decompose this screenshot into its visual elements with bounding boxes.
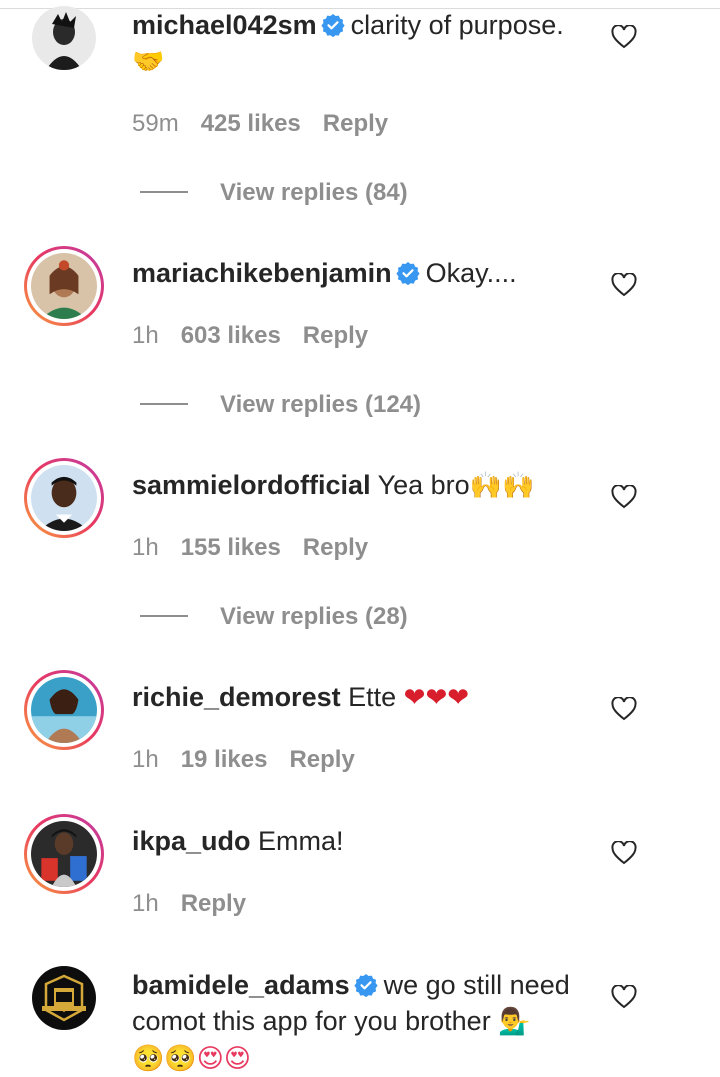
verified-badge-icon xyxy=(354,973,378,997)
comment-text: ikpa_udo Emma! xyxy=(132,823,592,859)
avatar[interactable] xyxy=(24,670,104,750)
view-replies-label: View replies (124) xyxy=(220,391,421,418)
comment-text: richie_demorest Ette ❤❤❤ xyxy=(132,679,592,716)
comment-meta: 1h 19 likes Reply xyxy=(132,746,377,774)
comment-body: clarity of purpose. xyxy=(350,10,564,40)
verified-badge-icon xyxy=(396,261,420,285)
replies-divider xyxy=(140,403,188,405)
comment-time: 1h xyxy=(132,322,159,349)
like-heart-icon[interactable] xyxy=(611,697,637,721)
like-heart-icon[interactable] xyxy=(611,985,637,1009)
comment-text: michael042sm clarity of purpose. 🤝 xyxy=(132,7,592,80)
emoji-line: 🥺🥺😍😍 xyxy=(132,1044,251,1074)
replies-divider xyxy=(140,615,188,617)
comment-text: mariachikebenjamin Okay.... xyxy=(132,255,592,291)
comment-username[interactable]: bamidele_adams xyxy=(132,970,350,1000)
reply-button[interactable]: Reply xyxy=(323,110,388,137)
comment-body: Ette xyxy=(348,682,397,712)
view-replies-button[interactable]: View replies (84) xyxy=(140,179,408,207)
comment-username[interactable]: sammielordofficial xyxy=(132,470,371,500)
reply-button[interactable]: Reply xyxy=(289,746,354,773)
comment-meta: 1h Reply xyxy=(132,890,268,918)
emoji-handshake: 🤝 xyxy=(132,47,165,77)
comment-text: sammielordofficial Yea bro🙌🙌 xyxy=(132,467,592,504)
reply-button[interactable]: Reply xyxy=(303,322,368,349)
comment-username[interactable]: mariachikebenjamin xyxy=(132,258,392,288)
reply-button[interactable]: Reply xyxy=(181,890,246,917)
comment-likes[interactable]: 603 likes xyxy=(181,322,281,349)
reply-button[interactable]: Reply xyxy=(303,534,368,561)
comment-likes[interactable]: 19 likes xyxy=(181,746,268,773)
like-heart-icon[interactable] xyxy=(611,25,637,49)
emoji-red-hearts: ❤❤❤ xyxy=(403,683,470,713)
verified-badge-icon xyxy=(321,13,345,37)
replies-divider xyxy=(140,191,188,193)
comment-meta: 1h 603 likes Reply xyxy=(132,322,390,350)
comment-time: 1h xyxy=(132,746,159,773)
comment-time: 59m xyxy=(132,110,179,137)
view-replies-button[interactable]: View replies (124) xyxy=(140,391,421,419)
avatar[interactable] xyxy=(32,6,96,70)
comment-likes[interactable]: 425 likes xyxy=(201,110,301,137)
like-heart-icon[interactable] xyxy=(611,273,637,297)
like-heart-icon[interactable] xyxy=(611,485,637,509)
view-replies-label: View replies (28) xyxy=(220,603,408,630)
comment-body: Okay.... xyxy=(425,258,517,288)
comment-username[interactable]: michael042sm xyxy=(132,10,317,40)
avatar[interactable] xyxy=(24,246,104,326)
view-replies-label: View replies (84) xyxy=(220,179,408,206)
emoji-raising-hands: 🙌🙌 xyxy=(469,471,535,501)
view-replies-button[interactable]: View replies (28) xyxy=(140,603,408,631)
avatar[interactable] xyxy=(24,458,104,538)
comment-meta: 59m 425 likes Reply xyxy=(132,110,410,138)
comment-likes[interactable]: 155 likes xyxy=(181,534,281,561)
comment-username[interactable]: richie_demorest xyxy=(132,682,341,712)
comment-body: Yea bro xyxy=(377,470,470,500)
comment-time: 1h xyxy=(132,534,159,561)
comment-time: 1h xyxy=(132,890,159,917)
emoji-person-tipping-hand: 💁‍♂️ xyxy=(498,1007,531,1037)
comment-meta: 1h 155 likes Reply xyxy=(132,534,390,562)
avatar[interactable] xyxy=(32,966,96,1030)
comment-body: Emma! xyxy=(258,826,344,856)
like-heart-icon[interactable] xyxy=(611,841,637,865)
comment-username[interactable]: ikpa_udo xyxy=(132,826,251,856)
avatar[interactable] xyxy=(24,814,104,894)
